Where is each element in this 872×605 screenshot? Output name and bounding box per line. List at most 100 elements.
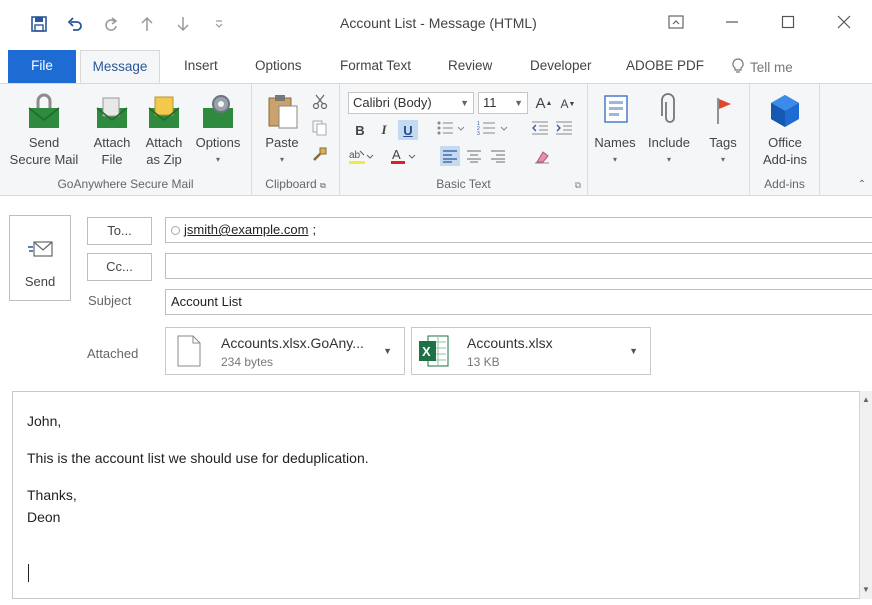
save-icon[interactable]: [28, 13, 50, 35]
office-addins-button[interactable]: Office Add-ins: [754, 92, 816, 168]
goanywhere-options-button[interactable]: Options ▾: [190, 92, 246, 168]
shrink-font-icon[interactable]: A ▼: [558, 94, 578, 114]
tab-insert[interactable]: Insert: [172, 50, 230, 84]
cc-field[interactable]: [165, 253, 872, 279]
tab-file[interactable]: File: [8, 50, 76, 84]
send-label: Send: [24, 274, 56, 289]
tab-options[interactable]: Options: [243, 50, 314, 84]
font-name-dropdown[interactable]: Calibri (Body) ▼: [348, 92, 474, 114]
recipient-address: jsmith@example.com: [184, 222, 309, 237]
group-label-basic-text: Basic Text: [436, 177, 491, 191]
format-painter-icon[interactable]: [310, 144, 330, 164]
highlight-color-icon[interactable]: ab: [348, 146, 374, 166]
attachment-name: Accounts.xlsx: [467, 335, 553, 351]
group-label-goanywhere: GoAnywhere Secure Mail: [57, 177, 194, 191]
group-include: Include ▾: [640, 84, 696, 196]
align-center-icon[interactable]: [464, 146, 484, 166]
excel-icon: X: [418, 334, 450, 371]
copy-icon[interactable]: [310, 118, 330, 138]
underline-button[interactable]: U: [398, 120, 418, 140]
cc-button[interactable]: Cc...: [87, 253, 152, 281]
body-line: John,: [27, 413, 62, 429]
bullets-icon[interactable]: [436, 118, 466, 138]
paste-icon: [263, 92, 301, 130]
chevron-down-icon[interactable]: ▼: [629, 346, 638, 356]
attachment-item[interactable]: Accounts.xlsx.GoAny... 234 bytes ▼: [165, 327, 405, 375]
include-button[interactable]: Include ▾: [642, 92, 696, 168]
attachment-name: Accounts.xlsx.GoAny...: [221, 335, 364, 351]
group-tags: Tags ▾: [696, 84, 750, 196]
attach-file-icon: [93, 92, 131, 130]
close-icon[interactable]: [816, 6, 872, 38]
grow-font-icon[interactable]: A ▲: [534, 93, 554, 113]
tell-me-search[interactable]: Tell me: [732, 58, 793, 77]
to-field[interactable]: jsmith@example.com;: [165, 217, 872, 243]
chevron-down-icon[interactable]: ▼: [383, 346, 392, 356]
chevron-down-icon: ▼: [460, 98, 469, 108]
minimize-icon[interactable]: [704, 6, 760, 38]
recipient-chip[interactable]: jsmith@example.com;: [171, 218, 316, 242]
numbering-icon[interactable]: 123: [476, 118, 510, 138]
align-left-icon[interactable]: [440, 146, 460, 166]
align-right-icon[interactable]: [488, 146, 508, 166]
scroll-up-icon[interactable]: ▲: [860, 393, 872, 407]
presence-icon: [171, 225, 180, 235]
tab-review[interactable]: Review: [436, 50, 504, 84]
attached-label: Attached: [87, 346, 139, 361]
attach-as-zip-button[interactable]: Attach as Zip: [140, 92, 188, 168]
dialog-launcher-icon[interactable]: ⧉: [575, 180, 581, 191]
customize-qat-icon[interactable]: [208, 13, 230, 35]
lightbulb-icon: [732, 58, 744, 77]
up-arrow-icon[interactable]: [136, 13, 158, 35]
ribbon-tabs: File Message Insert Options Format Text …: [0, 46, 872, 84]
attachment-item[interactable]: X Accounts.xlsx 13 KB ▼: [411, 327, 651, 375]
group-label-addins: Add-ins: [764, 177, 805, 191]
maximize-icon[interactable]: [760, 6, 816, 38]
tab-developer[interactable]: Developer: [518, 50, 604, 84]
to-button[interactable]: To...: [87, 217, 152, 245]
send-secure-mail-button[interactable]: Send Secure Mail: [8, 92, 80, 168]
tab-format-text[interactable]: Format Text: [328, 50, 423, 84]
undo-icon[interactable]: [64, 13, 86, 35]
decrease-indent-icon[interactable]: [530, 118, 550, 138]
send-icon: [28, 238, 54, 263]
body-line: Thanks,: [27, 487, 77, 503]
tab-adobe-pdf[interactable]: ADOBE PDF: [614, 50, 716, 84]
scroll-down-icon[interactable]: ▼: [860, 583, 872, 597]
subject-label: Subject: [88, 293, 132, 308]
tell-me-label: Tell me: [750, 60, 793, 75]
text-cursor: [28, 564, 29, 582]
cut-icon[interactable]: [310, 92, 330, 112]
send-button[interactable]: Send: [9, 215, 71, 301]
subject-field[interactable]: Account List: [165, 289, 872, 315]
svg-text:A: A: [392, 147, 401, 162]
increase-indent-icon[interactable]: [554, 118, 574, 138]
body-line: This is the account list we should use f…: [27, 450, 369, 466]
redo-icon[interactable]: [100, 13, 122, 35]
group-goanywhere: Send Secure Mail Attach File Attach as Z…: [0, 84, 252, 196]
group-label-clipboard: Clipboard ⧉: [265, 177, 326, 191]
attach-zip-icon: [145, 92, 183, 130]
window-title: Account List - Message (HTML): [340, 15, 537, 31]
font-size-dropdown[interactable]: 11 ▼: [478, 92, 528, 114]
attachment-size: 234 bytes: [221, 355, 274, 369]
tab-message[interactable]: Message: [80, 50, 160, 84]
vertical-scrollbar[interactable]: ▲ ▼: [859, 391, 872, 599]
ribbon-display-options-icon[interactable]: [648, 6, 704, 38]
svg-text:ab: ab: [349, 150, 361, 161]
title-bar: Account List - Message (HTML): [0, 0, 872, 46]
message-body[interactable]: John, This is the account list we should…: [12, 391, 860, 599]
font-color-icon[interactable]: A: [390, 146, 418, 166]
attach-file-button[interactable]: Attach File: [88, 92, 136, 168]
quick-access-toolbar: [28, 13, 244, 35]
collapse-ribbon-icon[interactable]: ⌃: [852, 174, 872, 194]
bold-button[interactable]: B: [350, 120, 370, 140]
tags-button[interactable]: Tags ▾: [700, 92, 746, 168]
ribbon: Send Secure Mail Attach File Attach as Z…: [0, 83, 872, 196]
italic-button[interactable]: I: [374, 120, 394, 140]
names-button[interactable]: Names ▾: [590, 92, 640, 168]
paste-button[interactable]: Paste ▾: [260, 92, 304, 168]
options-gear-icon: [199, 92, 237, 130]
clear-formatting-icon[interactable]: [532, 146, 552, 166]
down-arrow-icon[interactable]: [172, 13, 194, 35]
